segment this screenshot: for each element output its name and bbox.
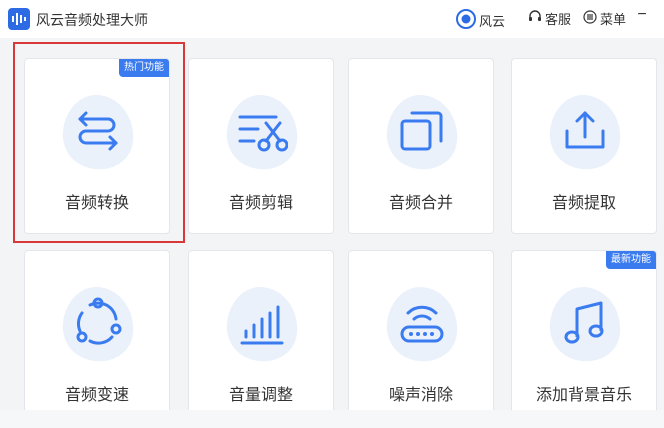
menu-icon xyxy=(583,10,597,27)
feature-card-volume-adjust[interactable]: 音量调整 xyxy=(188,250,334,426)
app-title: 风云音频处理大师 xyxy=(36,12,148,28)
feature-card-audio-edit[interactable]: 音频剪辑 xyxy=(188,58,334,234)
menu-label: 菜单 xyxy=(600,12,627,27)
fengyun-label: 风云 xyxy=(479,14,506,29)
feature-card-noise-removal[interactable]: 噪声消除 xyxy=(348,250,494,426)
customer-service-label: 客服 xyxy=(545,12,572,27)
feature-card-audio-extract[interactable]: 音频提取 xyxy=(511,58,657,234)
feature-card-audio-speed[interactable]: 音频变速 xyxy=(24,250,170,426)
feature-label: 噪声消除 xyxy=(388,387,453,404)
bottom-fade xyxy=(0,410,664,428)
merge-squares-icon xyxy=(400,111,443,151)
new-feature-badge: 最新功能 xyxy=(606,251,656,269)
feature-label: 音频合并 xyxy=(388,195,453,212)
scissors-icon xyxy=(238,115,288,152)
app-logo-icon xyxy=(8,8,30,30)
menu-button[interactable]: 菜单 xyxy=(583,9,626,28)
feature-label: 音频剪辑 xyxy=(228,195,293,212)
music-note-icon xyxy=(564,301,604,344)
fengyun-logo-icon xyxy=(456,9,476,32)
fengyun-button[interactable]: 风云 xyxy=(456,9,505,32)
feature-label: 音频变速 xyxy=(64,387,129,404)
headset-icon xyxy=(528,10,542,27)
hot-feature-badge: 热门功能 xyxy=(119,59,169,77)
cycle-dots-icon xyxy=(76,297,122,345)
feature-label: 音频转换 xyxy=(64,195,129,212)
volume-bars-icon xyxy=(240,305,284,345)
upload-tray-icon xyxy=(565,111,605,149)
feature-card-add-bgm[interactable]: 最新功能 添加背景音乐 xyxy=(511,250,657,426)
feature-label: 音频提取 xyxy=(551,195,616,212)
feature-card-audio-convert[interactable]: 热门功能 音频转换 xyxy=(24,58,170,234)
router-wave-icon xyxy=(400,305,444,343)
title-bar: 风云音频处理大师 风云 客服 菜单 − xyxy=(0,0,664,38)
feature-label: 添加背景音乐 xyxy=(535,387,632,404)
customer-service-button[interactable]: 客服 xyxy=(528,9,571,28)
feature-card-audio-merge[interactable]: 音频合并 xyxy=(348,58,494,234)
feature-label: 音量调整 xyxy=(228,387,293,404)
minimize-button[interactable]: − xyxy=(632,6,652,24)
convert-arrows-icon xyxy=(78,111,118,151)
